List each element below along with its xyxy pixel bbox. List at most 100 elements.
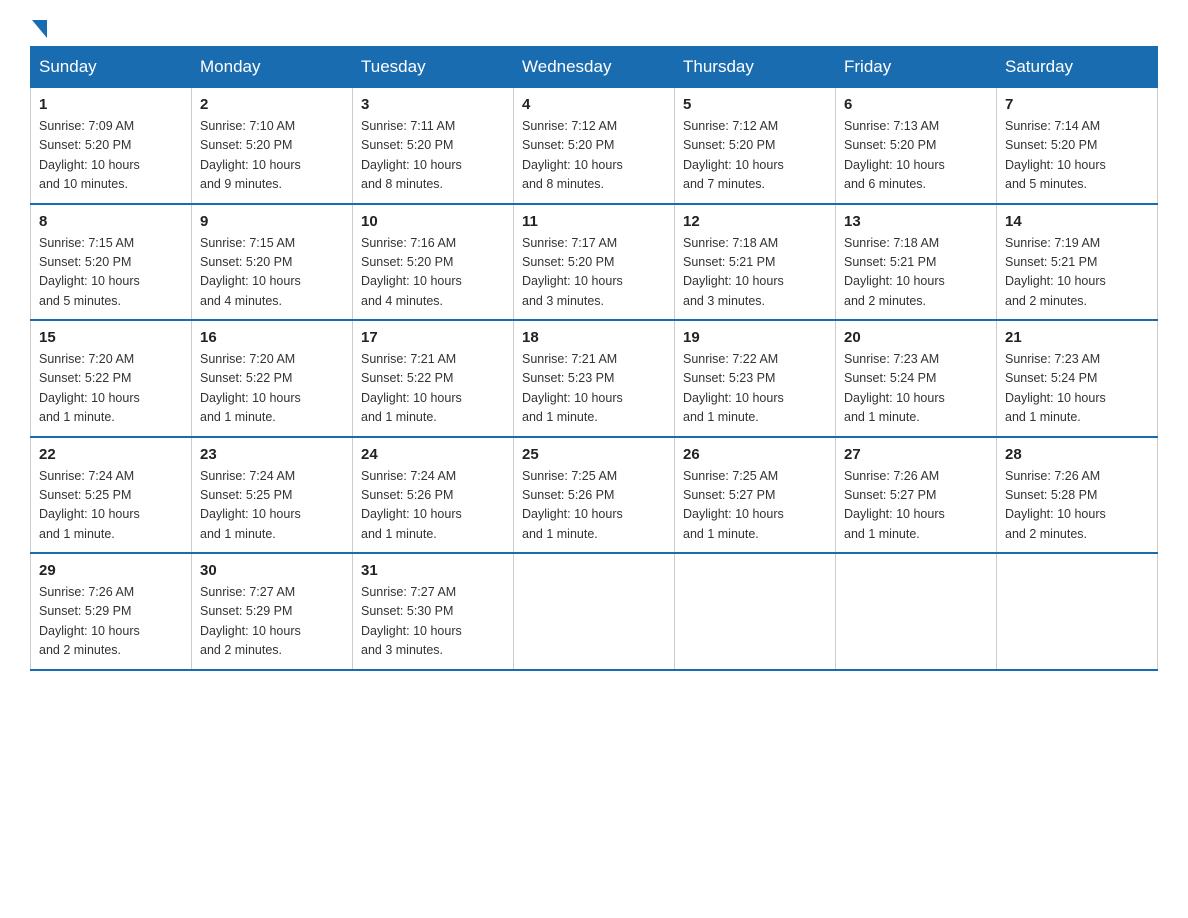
table-row: [675, 553, 836, 670]
day-info: Sunrise: 7:16 AMSunset: 5:20 PMDaylight:…: [361, 234, 505, 312]
col-tuesday: Tuesday: [353, 47, 514, 88]
table-row: 26 Sunrise: 7:25 AMSunset: 5:27 PMDayligh…: [675, 437, 836, 554]
table-row: 2 Sunrise: 7:10 AMSunset: 5:20 PMDaylight…: [192, 88, 353, 204]
day-info: Sunrise: 7:25 AMSunset: 5:26 PMDaylight:…: [522, 467, 666, 545]
day-info: Sunrise: 7:26 AMSunset: 5:27 PMDaylight:…: [844, 467, 988, 545]
calendar-header-row: Sunday Monday Tuesday Wednesday Thursday…: [31, 47, 1158, 88]
table-row: 1 Sunrise: 7:09 AMSunset: 5:20 PMDaylight…: [31, 88, 192, 204]
table-row: 18 Sunrise: 7:21 AMSunset: 5:23 PMDayligh…: [514, 320, 675, 437]
table-row: 3 Sunrise: 7:11 AMSunset: 5:20 PMDaylight…: [353, 88, 514, 204]
table-row: 21 Sunrise: 7:23 AMSunset: 5:24 PMDayligh…: [997, 320, 1158, 437]
day-info: Sunrise: 7:19 AMSunset: 5:21 PMDaylight:…: [1005, 234, 1149, 312]
day-number: 4: [522, 96, 666, 113]
day-number: 3: [361, 96, 505, 113]
day-info: Sunrise: 7:11 AMSunset: 5:20 PMDaylight:…: [361, 117, 505, 195]
day-number: 1: [39, 96, 183, 113]
day-info: Sunrise: 7:09 AMSunset: 5:20 PMDaylight:…: [39, 117, 183, 195]
table-row: 24 Sunrise: 7:24 AMSunset: 5:26 PMDayligh…: [353, 437, 514, 554]
table-row: 8Sunrise: 7:15 AMSunset: 5:20 PMDaylight…: [31, 204, 192, 321]
day-info: Sunrise: 7:25 AMSunset: 5:27 PMDaylight:…: [683, 467, 827, 545]
table-row: 7Sunrise: 7:14 AMSunset: 5:20 PMDaylight…: [997, 88, 1158, 204]
day-number: 25: [522, 446, 666, 463]
page-header: [30, 20, 1158, 36]
day-number: 28: [1005, 446, 1149, 463]
col-thursday: Thursday: [675, 47, 836, 88]
table-row: 4Sunrise: 7:12 AMSunset: 5:20 PMDaylight…: [514, 88, 675, 204]
table-row: 22Sunrise: 7:24 AMSunset: 5:25 PMDayligh…: [31, 437, 192, 554]
day-number: 15: [39, 329, 183, 346]
day-number: 6: [844, 96, 988, 113]
col-friday: Friday: [836, 47, 997, 88]
day-info: Sunrise: 7:26 AMSunset: 5:29 PMDaylight:…: [39, 583, 183, 661]
table-row: 31 Sunrise: 7:27 AMSunset: 5:30 PMDayligh…: [353, 553, 514, 670]
table-row: 25 Sunrise: 7:25 AMSunset: 5:26 PMDayligh…: [514, 437, 675, 554]
table-row: 27 Sunrise: 7:26 AMSunset: 5:27 PMDayligh…: [836, 437, 997, 554]
day-info: Sunrise: 7:24 AMSunset: 5:25 PMDaylight:…: [39, 467, 183, 545]
day-info: Sunrise: 7:12 AMSunset: 5:20 PMDaylight:…: [683, 117, 827, 195]
day-number: 24: [361, 446, 505, 463]
day-info: Sunrise: 7:21 AMSunset: 5:22 PMDaylight:…: [361, 350, 505, 428]
day-info: Sunrise: 7:15 AMSunset: 5:20 PMDaylight:…: [200, 234, 344, 312]
day-number: 19: [683, 329, 827, 346]
table-row: 15 Sunrise: 7:20 AMSunset: 5:22 PMDayligh…: [31, 320, 192, 437]
day-info: Sunrise: 7:20 AMSunset: 5:22 PMDaylight:…: [200, 350, 344, 428]
table-row: 6 Sunrise: 7:13 AMSunset: 5:20 PMDaylight…: [836, 88, 997, 204]
table-row: 10 Sunrise: 7:16 AMSunset: 5:20 PMDayligh…: [353, 204, 514, 321]
day-number: 26: [683, 446, 827, 463]
day-number: 29: [39, 562, 183, 579]
day-number: 20: [844, 329, 988, 346]
day-number: 21: [1005, 329, 1149, 346]
day-number: 13: [844, 213, 988, 230]
day-number: 23: [200, 446, 344, 463]
day-info: Sunrise: 7:20 AMSunset: 5:22 PMDaylight:…: [39, 350, 183, 428]
table-row: 5 Sunrise: 7:12 AMSunset: 5:20 PMDaylight…: [675, 88, 836, 204]
calendar-week-row: 15 Sunrise: 7:20 AMSunset: 5:22 PMDayligh…: [31, 320, 1158, 437]
day-number: 18: [522, 329, 666, 346]
day-number: 14: [1005, 213, 1149, 230]
day-info: Sunrise: 7:10 AMSunset: 5:20 PMDaylight:…: [200, 117, 344, 195]
table-row: 20 Sunrise: 7:23 AMSunset: 5:24 PMDayligh…: [836, 320, 997, 437]
table-row: 13Sunrise: 7:18 AMSunset: 5:21 PMDayligh…: [836, 204, 997, 321]
day-info: Sunrise: 7:17 AMSunset: 5:20 PMDaylight:…: [522, 234, 666, 312]
table-row: 17 Sunrise: 7:21 AMSunset: 5:22 PMDayligh…: [353, 320, 514, 437]
calendar-week-row: 8 Sunrise: 7:15 AMSunset: 5:20 PMDaylight…: [31, 204, 1158, 321]
calendar-week-row: 22Sunrise: 7:24 AMSunset: 5:25 PMDayligh…: [31, 437, 1158, 554]
day-info: Sunrise: 7:27 AMSunset: 5:29 PMDaylight:…: [200, 583, 344, 661]
table-row: [997, 553, 1158, 670]
day-info: Sunrise: 7:13 AMSunset: 5:20 PMDaylight:…: [844, 117, 988, 195]
table-row: [836, 553, 997, 670]
day-number: 2: [200, 96, 344, 113]
day-number: 17: [361, 329, 505, 346]
col-wednesday: Wednesday: [514, 47, 675, 88]
day-number: 27: [844, 446, 988, 463]
day-number: 31: [361, 562, 505, 579]
table-row: 30Sunrise: 7:27 AMSunset: 5:29 PMDayligh…: [192, 553, 353, 670]
table-row: 11Sunrise: 7:17 AMSunset: 5:20 PMDayligh…: [514, 204, 675, 321]
table-row: 28 Sunrise: 7:26 AMSunset: 5:28 PMDayligh…: [997, 437, 1158, 554]
day-info: Sunrise: 7:23 AMSunset: 5:24 PMDaylight:…: [844, 350, 988, 428]
day-info: Sunrise: 7:26 AMSunset: 5:28 PMDaylight:…: [1005, 467, 1149, 545]
col-saturday: Saturday: [997, 47, 1158, 88]
table-row: 16 Sunrise: 7:20 AMSunset: 5:22 PMDayligh…: [192, 320, 353, 437]
col-sunday: Sunday: [31, 47, 192, 88]
day-number: 12: [683, 213, 827, 230]
calendar-table: Sunday Monday Tuesday Wednesday Thursday…: [30, 46, 1158, 671]
col-monday: Monday: [192, 47, 353, 88]
day-info: Sunrise: 7:24 AMSunset: 5:25 PMDaylight:…: [200, 467, 344, 545]
table-row: 23 Sunrise: 7:24 AMSunset: 5:25 PMDayligh…: [192, 437, 353, 554]
table-row: 12Sunrise: 7:18 AMSunset: 5:21 PMDayligh…: [675, 204, 836, 321]
day-number: 5: [683, 96, 827, 113]
day-info: Sunrise: 7:24 AMSunset: 5:26 PMDaylight:…: [361, 467, 505, 545]
logo: [30, 20, 47, 36]
table-row: [514, 553, 675, 670]
day-number: 10: [361, 213, 505, 230]
day-info: Sunrise: 7:23 AMSunset: 5:24 PMDaylight:…: [1005, 350, 1149, 428]
table-row: 14 Sunrise: 7:19 AMSunset: 5:21 PMDayligh…: [997, 204, 1158, 321]
table-row: 9Sunrise: 7:15 AMSunset: 5:20 PMDaylight…: [192, 204, 353, 321]
table-row: 19Sunrise: 7:22 AMSunset: 5:23 PMDayligh…: [675, 320, 836, 437]
day-info: Sunrise: 7:21 AMSunset: 5:23 PMDaylight:…: [522, 350, 666, 428]
calendar-week-row: 1 Sunrise: 7:09 AMSunset: 5:20 PMDaylight…: [31, 88, 1158, 204]
day-info: Sunrise: 7:27 AMSunset: 5:30 PMDaylight:…: [361, 583, 505, 661]
day-number: 16: [200, 329, 344, 346]
day-number: 8: [39, 213, 183, 230]
